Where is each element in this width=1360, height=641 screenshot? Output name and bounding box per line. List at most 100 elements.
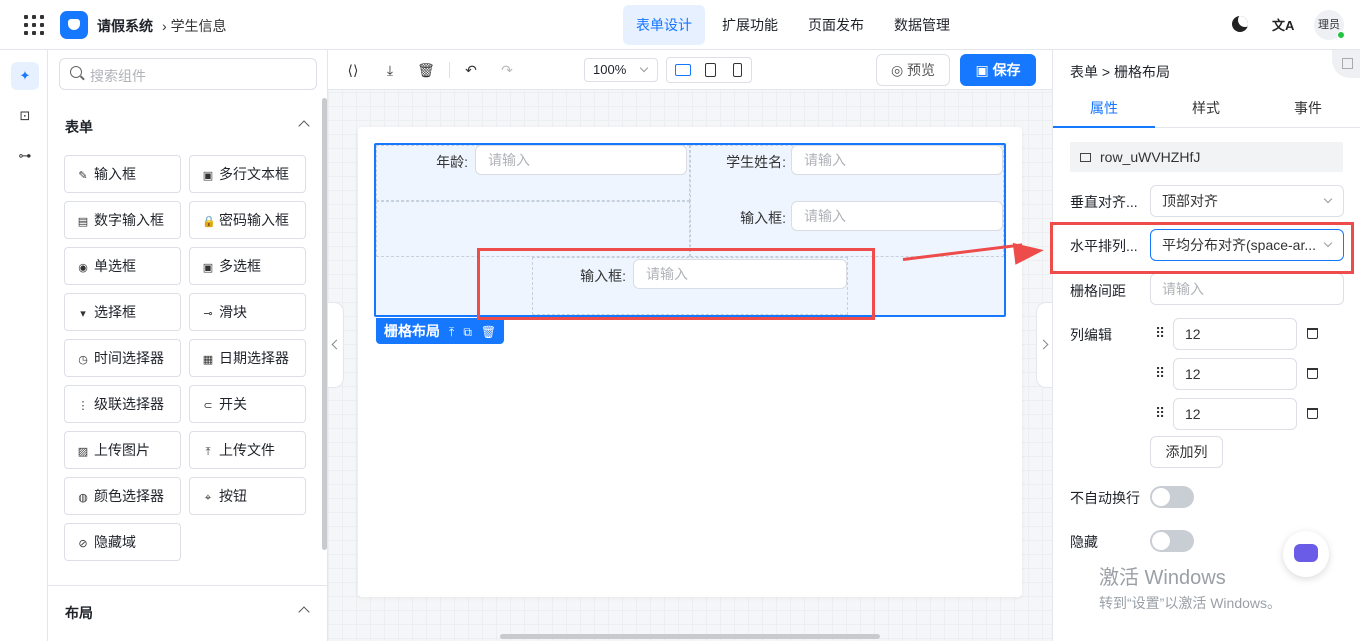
tab-data-manage[interactable]: 数据管理 [881,5,963,45]
nowrap-switch[interactable] [1150,486,1194,508]
component-label: 隐藏域 [94,534,136,550]
breadcrumb[interactable]: › 学生信息 [162,16,227,36]
app-name: 请假系统 [97,18,153,34]
component-switch[interactable]: ⊂ 开关 [189,385,306,423]
trash-icon[interactable] [1307,328,1318,339]
tab-events[interactable]: 事件 [1257,88,1359,128]
tab-publish[interactable]: 页面发布 [795,5,877,45]
preview-label: 预览 [907,62,936,78]
preview-button[interactable]: ◎ 预览 [876,54,950,86]
calendar-icon: ▦ [202,354,214,366]
component-time-picker[interactable]: ◷ 时间选择器 [64,339,181,377]
tablet-icon[interactable] [705,63,716,77]
component-password[interactable]: 🔒 密码输入框 [189,201,306,239]
component-panel-scrollbar[interactable] [322,98,327,550]
expand-icon[interactable] [1332,50,1360,78]
save-button[interactable]: ▣ 保存 [960,54,1036,86]
avatar[interactable]: 理员 [1314,10,1345,40]
trash-icon[interactable] [1307,368,1318,379]
apps-grid-icon[interactable] [24,15,44,35]
props-tabs: 属性 样式 事件 [1053,88,1360,128]
collapse-left-handle[interactable] [328,302,344,388]
desktop-icon[interactable] [675,64,691,76]
chevron-up-icon[interactable] [298,606,310,618]
collapse-right-handle[interactable] [1036,302,1052,388]
tab-attributes[interactable]: 属性 [1053,88,1155,128]
component-label: 日期选择器 [219,350,289,366]
column-span-input[interactable]: 12 [1173,398,1297,430]
tab-extensions[interactable]: 扩展功能 [709,5,791,45]
translate-icon[interactable]: 文A [1272,15,1294,34]
assistant-bot-icon[interactable] [1283,531,1329,577]
redo-icon[interactable]: ↷ [498,62,516,79]
top-bar: 请假系统 › 学生信息 表单设计 扩展功能 页面发布 数据管理 文A 理员 [0,0,1360,50]
code-block-icon[interactable]: ⊡ [11,102,39,130]
component-radio[interactable]: ◉ 单选框 [64,247,181,285]
component-label: 时间选择器 [94,350,164,366]
component-upload-file[interactable]: ⤒ 上传文件 [189,431,306,469]
add-column-button[interactable]: 添加列 [1150,436,1223,468]
hidden-switch[interactable] [1150,530,1194,552]
component-input[interactable]: ✎ 输入框 [64,155,181,193]
tab-style[interactable]: 样式 [1155,88,1257,128]
copy-icon[interactable]: ⧉ [463,325,472,339]
move-up-icon[interactable]: ⤒ [449,325,454,339]
component-select[interactable]: ▾ 选择框 [64,293,181,331]
component-color-picker[interactable]: ◍ 颜色选择器 [64,477,181,515]
tab-form-design[interactable]: 表单设计 [623,5,705,45]
eye-off-icon: ⊘ [78,538,88,550]
trash-icon[interactable]: 🗑 [417,62,435,79]
code-icon[interactable]: ⟨⟩ [344,62,362,79]
tree-icon[interactable]: ⊶ [11,142,39,170]
column-span-input[interactable]: 12 [1173,358,1297,390]
search-input[interactable]: 搜索组件 [59,58,317,90]
number-icon: ▤ [77,216,89,228]
component-label: 按钮 [219,488,247,504]
import-icon[interactable]: ⤓ [381,62,399,79]
nowrap-label: 不自动换行 [1070,490,1140,506]
trash-icon[interactable]: 🗑 [481,325,496,339]
drag-handle-icon[interactable]: ⠿ [1155,325,1165,342]
online-status-icon [1337,31,1345,39]
component-button[interactable]: ⌖ 按钮 [189,477,306,515]
zoom-select[interactable]: 100% [584,58,658,82]
gutter-label: 栅格间距 [1070,283,1126,299]
component-slider[interactable]: ⊸ 滑块 [189,293,306,331]
component-number[interactable]: ▤ 数字输入框 [64,201,181,239]
chevron-up-icon[interactable] [298,120,310,132]
component-label: 密码输入框 [219,212,289,228]
component-hidden-field[interactable]: ⊘ 隐藏域 [64,523,181,561]
mobile-icon[interactable] [733,63,742,77]
column-span-input[interactable]: 12 [1173,318,1297,350]
drag-handle-icon[interactable]: ⠿ [1155,405,1165,422]
vertical-align-select[interactable]: 顶部对齐 [1150,185,1344,217]
component-label: 级联选择器 [94,396,164,412]
undo-icon[interactable]: ↶ [462,62,480,79]
gutter-input[interactable]: 请输入 [1150,273,1344,305]
component-textarea[interactable]: ▣ 多行文本框 [189,155,306,193]
section-title-form: 表单 [65,119,93,135]
toggle-icon: ⊂ [203,400,213,412]
component-checkbox[interactable]: ▣ 多选框 [189,247,306,285]
input-field[interactable]: 请输入 [791,201,1003,231]
canvas-scrollbar[interactable] [500,634,880,639]
drag-handle-icon[interactable]: ⠿ [1155,365,1165,382]
component-upload-image[interactable]: ▨ 上传图片 [64,431,181,469]
trash-icon[interactable] [1307,408,1318,419]
form-card: 年龄: 请输入 学生姓名: 请输入 输入框: 请输入 输入框: 请输入 栅格布局… [358,127,1022,597]
section-title-layout: 布局 [65,605,93,621]
annotation-arrow-head [1012,239,1046,265]
component-date-picker[interactable]: ▦ 日期选择器 [189,339,306,377]
age-input[interactable]: 请输入 [475,145,687,175]
puzzle-icon[interactable]: ✦ [11,62,39,90]
clock-icon: ◷ [78,354,88,366]
component-cascader[interactable]: ⋮ 级联选择器 [64,385,181,423]
grid-layout-tag[interactable]: 栅格布局 ⤒ ⧉ 🗑 [376,318,505,344]
component-label: 数字输入框 [94,212,164,228]
watermark-line: 转到“设置”以激活 Windows。 [1099,595,1282,611]
save-icon: ▣ [975,62,993,78]
canvas-toolbar: ⟨⟩ ⤓ 🗑 ↶ ↷ 100% ◎ 预览 ▣ 保存 [328,50,1052,90]
student-name-input[interactable]: 请输入 [791,145,1003,175]
moon-icon[interactable] [1232,16,1248,32]
chevron-down-icon [639,63,649,73]
